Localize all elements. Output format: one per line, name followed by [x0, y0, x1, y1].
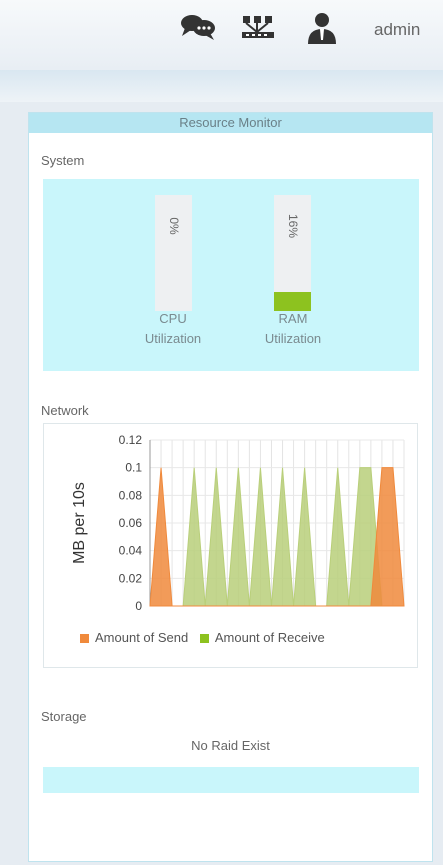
- ram-percent: 16%: [285, 213, 300, 239]
- ram-gauge: 16%: [274, 195, 311, 311]
- cpu-utilization-label: CPU Utilization: [123, 309, 223, 349]
- legend-swatch-send: [80, 634, 89, 644]
- network-map-icon[interactable]: [240, 12, 276, 42]
- legend-item-receive[interactable]: Amount of Receive: [199, 630, 325, 645]
- receive-area: [150, 467, 404, 607]
- cpu-percent: 0%: [166, 217, 181, 235]
- ram-utilization-label: RAM Utilization: [243, 309, 343, 349]
- y-tick-label: 0.12: [119, 433, 143, 447]
- y-tick-label: 0.08: [119, 488, 143, 502]
- y-tick-label: 0.04: [119, 544, 143, 558]
- network-chart: 0.12 0.1 0.08 0.06 0.04 0.02 0 MB per 10s Amoun…: [43, 423, 418, 668]
- y-tick-label: 0.02: [119, 571, 143, 585]
- resource-monitor-panel: Resource Monitor System 0% CPU Utilizati…: [28, 112, 433, 862]
- system-section-label: System: [41, 153, 85, 168]
- cpu-gauge: 0%: [155, 195, 192, 311]
- ram-label-line2: Utilization: [264, 331, 322, 346]
- legend-swatch-receive: [199, 634, 209, 644]
- y-tick-label: 0.1: [125, 461, 142, 475]
- legend-label-receive: Amount of Receive: [214, 630, 325, 645]
- chat-icon[interactable]: [180, 12, 216, 42]
- user-icon[interactable]: [305, 12, 339, 44]
- admin-username[interactable]: admin: [374, 20, 420, 40]
- y-tick-label: 0.06: [119, 516, 143, 530]
- system-box: 0% CPU Utilization 16% RAM Utilization: [43, 179, 419, 371]
- y-axis-label: MB per 10s: [71, 482, 88, 564]
- chart-legend: Amount of Send Amount of Receive: [80, 630, 333, 645]
- top-bar: admin: [0, 0, 443, 70]
- panel-title: Resource Monitor: [29, 113, 432, 133]
- legend-label-send: Amount of Send: [95, 630, 189, 645]
- y-tick-label: 0: [135, 599, 142, 613]
- cpu-label-line1: CPU: [159, 311, 187, 326]
- legend-item-send[interactable]: Amount of Send: [80, 630, 188, 645]
- network-section-label: Network: [41, 403, 89, 418]
- ram-label-line1: RAM: [278, 311, 308, 326]
- top-bar-strip: [0, 70, 443, 102]
- cpu-label-line2: Utilization: [144, 331, 202, 346]
- storage-message: No Raid Exist: [191, 738, 270, 753]
- storage-bar: [43, 767, 419, 793]
- storage-section-label: Storage: [41, 709, 87, 724]
